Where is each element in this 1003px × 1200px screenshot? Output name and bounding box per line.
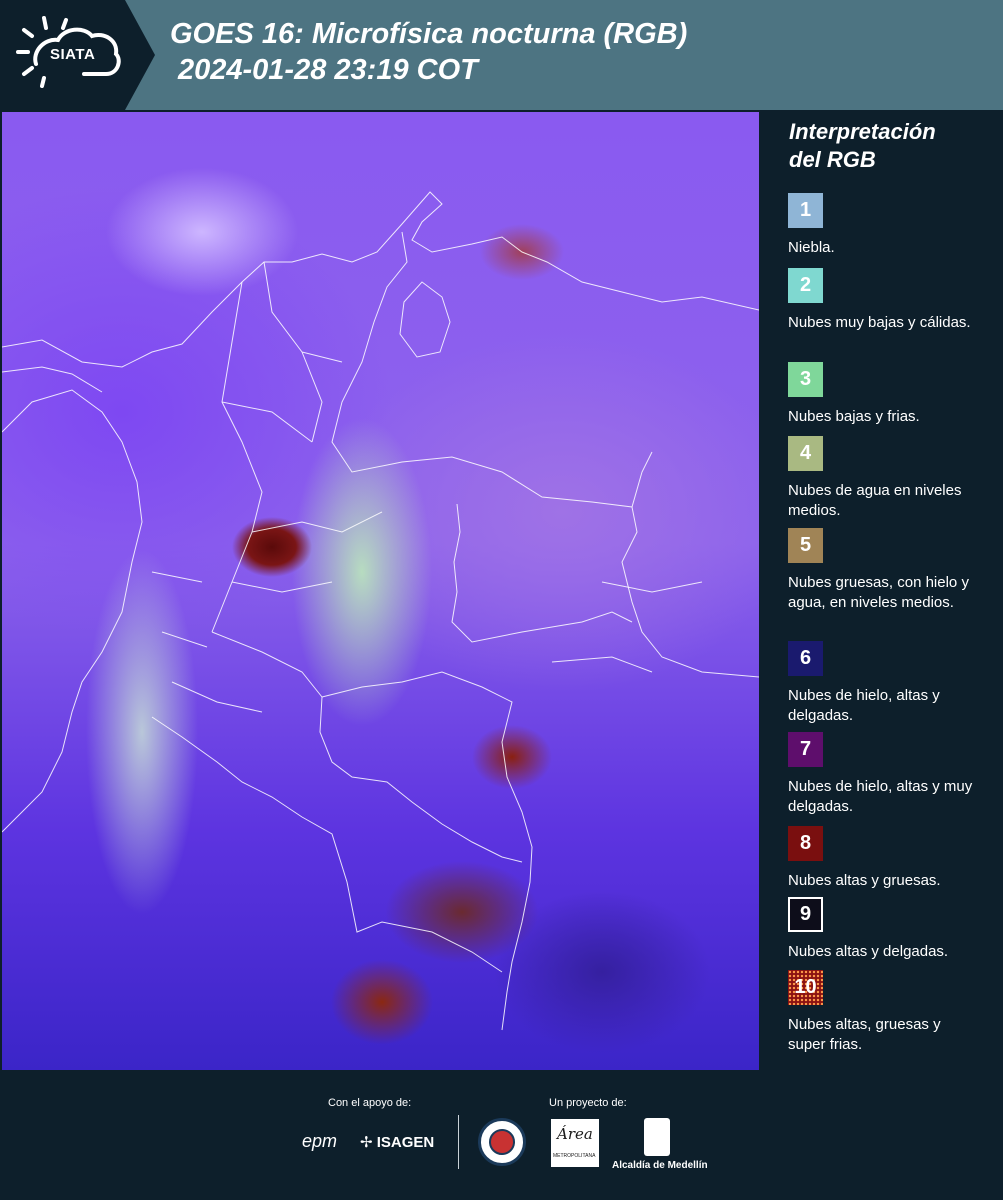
legend-title-line-2: del RGB — [789, 147, 876, 172]
metro-logo-subtext: METROPOLITANA — [553, 1153, 596, 1159]
page-title: GOES 16: Microfísica nocturna (RGB) 2024… — [170, 16, 687, 88]
colombia-south — [321, 671, 533, 1031]
venezuela-border — [331, 231, 759, 678]
legend-label-3: Nubes bajas y frias. — [788, 408, 920, 425]
legend-number: 6 — [799, 647, 812, 669]
legend-item-3: 3 Nubes bajas y frias. — [788, 362, 973, 427]
alcaldia-shield-icon — [644, 1118, 670, 1156]
isagen-star-icon: ✢ — [360, 1134, 373, 1151]
legend-number: 10 — [794, 976, 817, 998]
legend-swatch-8: 8 — [788, 826, 823, 861]
legend-item-10: 10 Nubes altas, gruesas y super frias. — [788, 970, 973, 1055]
colombia-southwest — [319, 696, 523, 863]
legend-item-9: 9 Nubes altas y delgadas. — [788, 897, 973, 962]
legend-item-7: 7 Nubes de hielo, altas y muy delgadas. — [788, 732, 973, 817]
legend-label-1: Niebla. — [788, 239, 835, 256]
legend-panel: Interpretación del RGB — [774, 118, 994, 188]
legend-title-line-1: Interpretación — [789, 119, 936, 144]
brazil-lines — [551, 451, 703, 673]
legend-number: 2 — [799, 274, 812, 296]
peru-ecuador-border — [151, 716, 503, 973]
medellin-seal-icon — [478, 1118, 526, 1166]
legend-swatch-10: 10 — [788, 970, 823, 1005]
department-lines — [151, 261, 383, 713]
legend-swatch-4: 4 — [788, 436, 823, 471]
support-label: Con el apoyo de: — [328, 1097, 412, 1109]
map-boundaries — [2, 191, 759, 1031]
project-label: Un proyecto de: — [549, 1097, 627, 1109]
legend-number: 9 — [799, 903, 812, 925]
title-line-1: GOES 16: Microfísica nocturna (RGB) — [170, 18, 688, 50]
header-bar: SIATA GOES 16: Microfísica nocturna (RGB… — [0, 0, 1003, 110]
satellite-map[interactable] — [2, 112, 759, 1070]
maracaibo-lake — [399, 281, 451, 358]
logo-text: SIATA — [50, 46, 96, 63]
coastline — [2, 191, 759, 368]
legend-label-4: Nubes de agua en niveles medios. — [788, 482, 962, 519]
metro-logo-text: Área — [557, 1125, 593, 1143]
area-metropolitana-logo: Área METROPOLITANA — [551, 1119, 599, 1167]
legend-swatch-3: 3 — [788, 362, 823, 397]
legend-swatch-9: 9 — [788, 897, 823, 932]
legend-label-6: Nubes de hielo, altas y delgadas. — [788, 687, 940, 724]
legend-number: 8 — [799, 832, 812, 854]
legend-label-7: Nubes de hielo, altas y muy delgadas. — [788, 778, 973, 815]
panama-coast — [2, 366, 103, 393]
legend-swatch-2: 2 — [788, 268, 823, 303]
legend-number: 5 — [799, 534, 812, 556]
isagen-text: ISAGEN — [376, 1134, 435, 1151]
legend-label-8: Nubes altas y gruesas. — [788, 872, 941, 889]
isagen-logo: ✢ ISAGEN — [360, 1133, 434, 1151]
legend-label-10: Nubes altas, gruesas y super frias. — [788, 1016, 941, 1053]
legend-number: 1 — [799, 199, 812, 221]
epm-text: epm — [302, 1131, 338, 1151]
legend-swatch-7: 7 — [788, 732, 823, 767]
legend-swatch-1: 1 — [788, 193, 823, 228]
colombia-east — [451, 503, 633, 643]
legend-item-4: 4 Nubes de agua en niveles medios. — [788, 436, 973, 521]
legend-label-2: Nubes muy bajas y cálidas. — [788, 314, 971, 331]
title-line-2: 2024-01-28 23:19 COT — [178, 54, 478, 86]
legend-item-5: 5 Nubes gruesas, con hielo y agua, en ni… — [788, 528, 973, 613]
legend-swatch-5: 5 — [788, 528, 823, 563]
seal-inner — [489, 1129, 515, 1155]
legend-item-6: 6 Nubes de hielo, altas y delgadas. — [788, 641, 973, 726]
legend-number: 4 — [799, 442, 812, 464]
legend-item-2: 2 Nubes muy bajas y cálidas. — [788, 268, 973, 333]
epm-logo: epm — [302, 1131, 337, 1152]
legend-label-9: Nubes altas y delgadas. — [788, 943, 949, 960]
legend-number: 7 — [799, 738, 812, 760]
legend-swatch-6: 6 — [788, 641, 823, 676]
pacific-coast — [2, 389, 143, 833]
legend-label-5: Nubes gruesas, con hielo y agua, en nive… — [788, 574, 969, 611]
legend-number: 3 — [799, 368, 812, 390]
alcaldia-text: Alcaldía de Medellín — [612, 1160, 708, 1171]
siata-logo: SIATA — [0, 0, 155, 110]
legend-item-8: 8 Nubes altas y gruesas. — [788, 826, 973, 891]
legend-item-1: 1 Niebla. — [788, 193, 973, 258]
legend-title: Interpretación del RGB — [789, 118, 994, 174]
footer-divider — [458, 1115, 459, 1169]
